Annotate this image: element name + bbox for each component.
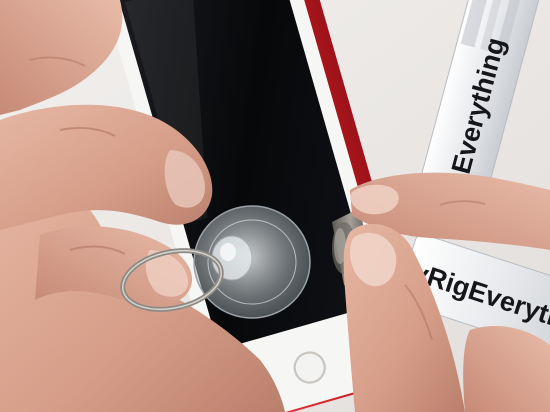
teardown-photo: Everything vRigEverything: [0, 0, 550, 412]
photo-illustration: Everything vRigEverything: [0, 0, 550, 412]
